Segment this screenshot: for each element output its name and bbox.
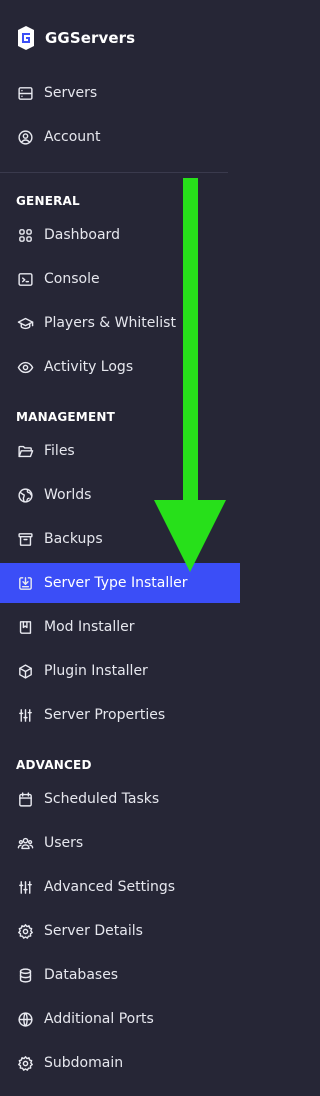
nav-item-users[interactable]: Users bbox=[0, 823, 240, 863]
brand-name: GGServers bbox=[45, 29, 136, 47]
folder-icon bbox=[16, 442, 34, 460]
nav-item-worlds[interactable]: Worlds bbox=[0, 475, 240, 515]
nav-item-server-properties[interactable]: Server Properties bbox=[0, 695, 240, 735]
sidebar: GGServers Servers Account GENERAL Dashbo… bbox=[0, 0, 240, 1096]
user-circle-icon bbox=[16, 128, 34, 146]
nav-label: Plugin Installer bbox=[44, 663, 148, 679]
nav-item-dashboard[interactable]: Dashboard bbox=[0, 215, 240, 255]
database-icon bbox=[16, 966, 34, 984]
gear-icon bbox=[16, 922, 34, 940]
nav-item-files[interactable]: Files bbox=[0, 431, 240, 471]
nav-item-advanced-settings[interactable]: Advanced Settings bbox=[0, 867, 240, 907]
nav-item-mod-installer[interactable]: Mod Installer bbox=[0, 607, 240, 647]
nav-label: Account bbox=[44, 129, 101, 145]
nav-label: Server Type Installer bbox=[44, 575, 188, 591]
nav-label: Subdomain bbox=[44, 1055, 124, 1071]
globe-icon bbox=[16, 1010, 34, 1028]
users-icon bbox=[16, 834, 34, 852]
nav-label: Worlds bbox=[44, 487, 92, 503]
nav-item-account[interactable]: Account bbox=[0, 117, 240, 157]
nav-item-players-whitelist[interactable]: Players & Whitelist bbox=[0, 303, 240, 343]
server-icon bbox=[16, 84, 34, 102]
nav-item-servers[interactable]: Servers bbox=[0, 73, 240, 113]
section-title-advanced: ADVANCED bbox=[16, 758, 92, 772]
sliders-icon bbox=[16, 706, 34, 724]
eye-icon bbox=[16, 358, 34, 376]
nav-label: Mod Installer bbox=[44, 619, 135, 635]
calendar-icon bbox=[16, 790, 34, 808]
nav-item-additional-ports[interactable]: Additional Ports bbox=[0, 999, 240, 1039]
nav-item-plugin-installer[interactable]: Plugin Installer bbox=[0, 651, 240, 691]
nav-label: Backups bbox=[44, 531, 103, 547]
graduation-cap-icon bbox=[16, 314, 34, 332]
nav-label: Console bbox=[44, 271, 100, 287]
nav-label: Server Properties bbox=[44, 707, 166, 723]
nav-item-console[interactable]: Console bbox=[0, 259, 240, 299]
nav-label: Users bbox=[44, 835, 84, 851]
nav-label: Server Details bbox=[44, 923, 143, 939]
section-title-management: MANAGEMENT bbox=[16, 410, 115, 424]
nav-item-databases[interactable]: Databases bbox=[0, 955, 240, 995]
grid-icon bbox=[16, 226, 34, 244]
nav-label: Files bbox=[44, 443, 75, 459]
book-icon bbox=[16, 618, 34, 636]
nav-label: Scheduled Tasks bbox=[44, 791, 160, 807]
nav-item-server-type-installer[interactable]: Server Type Installer bbox=[0, 563, 240, 603]
nav-item-server-details[interactable]: Server Details bbox=[0, 911, 240, 951]
nav-label: Advanced Settings bbox=[44, 879, 176, 895]
sliders-icon bbox=[16, 878, 34, 896]
archive-icon bbox=[16, 530, 34, 548]
nav-label: Players & Whitelist bbox=[44, 315, 176, 331]
section-title-general: GENERAL bbox=[16, 194, 80, 208]
nav-item-backups[interactable]: Backups bbox=[0, 519, 240, 559]
nav-label: Activity Logs bbox=[44, 359, 134, 375]
nav-item-activity-logs[interactable]: Activity Logs bbox=[0, 347, 240, 387]
nav-item-subdomain[interactable]: Subdomain bbox=[0, 1043, 240, 1083]
download-box-icon bbox=[16, 574, 34, 592]
nav-label: Additional Ports bbox=[44, 1011, 154, 1027]
globe-icon bbox=[16, 486, 34, 504]
gg-logo-icon bbox=[18, 26, 34, 50]
divider bbox=[0, 172, 228, 173]
cube-icon bbox=[16, 662, 34, 680]
nav-label: Databases bbox=[44, 967, 119, 983]
nav-item-scheduled-tasks[interactable]: Scheduled Tasks bbox=[0, 779, 240, 819]
nav-label: Dashboard bbox=[44, 227, 120, 243]
brand[interactable]: GGServers bbox=[16, 24, 135, 52]
gear-icon bbox=[16, 1054, 34, 1072]
terminal-icon bbox=[16, 270, 34, 288]
nav-label: Servers bbox=[44, 85, 98, 101]
